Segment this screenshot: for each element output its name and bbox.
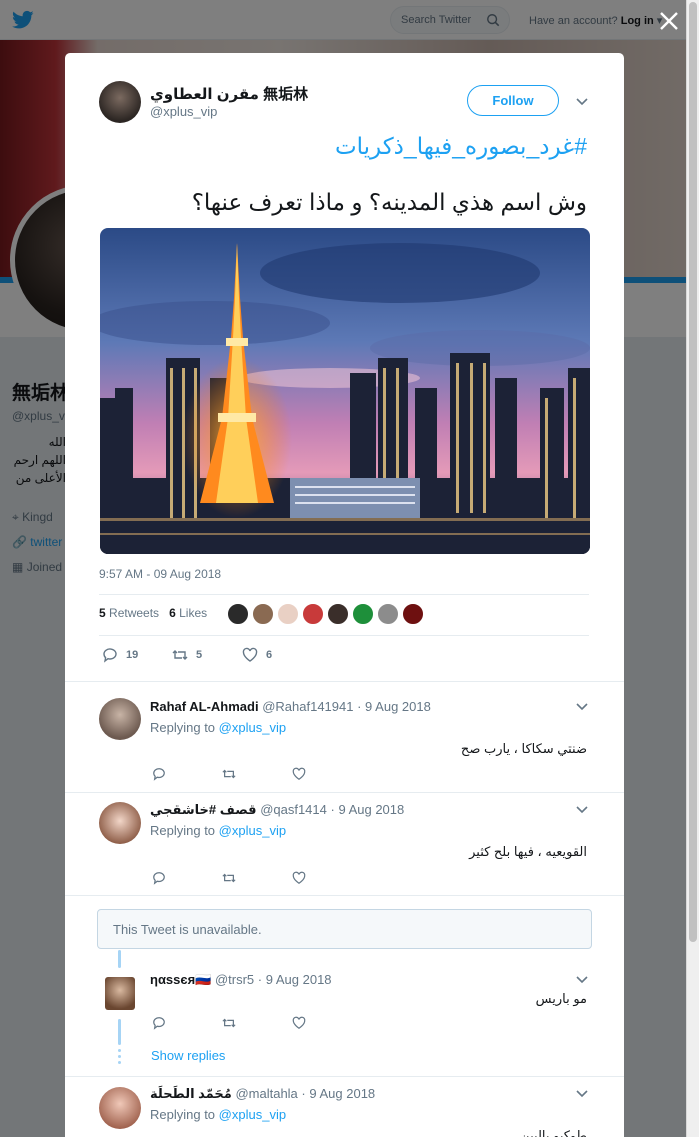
reply-avatar[interactable]	[99, 1087, 141, 1129]
reply-author-name[interactable]: مُحَمّد الطَحلَة	[150, 1086, 232, 1101]
liker-avatar[interactable]	[277, 603, 299, 625]
reply-text: القويعيه ، فيها بلح كثير	[469, 844, 587, 859]
likes-label[interactable]: Likes	[179, 606, 207, 620]
reply-date[interactable]: · 9 Aug 2018	[331, 802, 405, 817]
liker-avatar[interactable]	[302, 603, 324, 625]
retweet-count[interactable]: 5	[99, 606, 106, 620]
reply-avatar[interactable]	[99, 802, 141, 844]
liker-avatar[interactable]	[352, 603, 374, 625]
divider	[65, 895, 624, 896]
liker-avatar[interactable]	[377, 603, 399, 625]
divider	[65, 1076, 624, 1077]
reply-icon[interactable]	[152, 871, 166, 885]
reply-author-name[interactable]: قصف #خاشقجي	[150, 802, 257, 817]
retweet-icon[interactable]	[222, 871, 236, 885]
show-replies-link[interactable]: Show replies	[151, 1048, 225, 1063]
liker-avatar[interactable]	[327, 603, 349, 625]
reply-icon[interactable]	[152, 767, 166, 781]
reply-header: قصف #خاشقجي @qasf1414 · 9 Aug 2018	[150, 802, 404, 818]
replying-prefix: Replying to	[150, 720, 216, 735]
replying-prefix: Replying to	[150, 1107, 216, 1122]
replying-to: Replying to @xplus_vip	[150, 1107, 286, 1122]
reply-date[interactable]: · 9 Aug 2018	[301, 1086, 375, 1101]
reply-date[interactable]: · 9 Aug 2018	[258, 972, 332, 987]
liker-avatar[interactable]	[252, 603, 274, 625]
reply-author-handle[interactable]: @maltahla	[235, 1086, 297, 1101]
retweet-action-count: 5	[196, 649, 203, 661]
divider	[65, 792, 624, 793]
heart-icon[interactable]	[242, 647, 258, 663]
reply-author-handle[interactable]: @qasf1414	[260, 802, 327, 817]
liker-avatar[interactable]	[227, 603, 249, 625]
replying-to: Replying to @xplus_vip	[150, 823, 286, 838]
close-icon[interactable]	[658, 10, 680, 32]
chevron-down-icon[interactable]	[576, 806, 588, 814]
heart-icon[interactable]	[292, 871, 306, 885]
reply-text: ضنتي سكاكا ، يارب صح	[460, 741, 587, 756]
reply-icon[interactable]	[152, 1016, 166, 1030]
replying-to-link[interactable]: @xplus_vip	[219, 823, 286, 838]
reply-text: طوكيو باليبن	[520, 1128, 587, 1137]
tweet-timestamp[interactable]: 9:57 AM - 09 Aug 2018	[99, 567, 221, 581]
reply-author-name[interactable]: ηαssєя🇷🇺	[150, 972, 211, 987]
author-handle[interactable]: @xplus_vip	[150, 104, 217, 119]
divider	[99, 635, 589, 636]
like-action-count: 6	[266, 649, 273, 661]
thread-connector	[118, 950, 121, 968]
thread-connector	[118, 1019, 121, 1045]
liker-avatar[interactable]	[402, 603, 424, 625]
replying-to-link[interactable]: @xplus_vip	[219, 1107, 286, 1122]
reply-avatar[interactable]	[105, 977, 135, 1010]
reply-header: Rahaf AL-Ahmadi @Rahaf141941 · 9 Aug 201…	[150, 699, 431, 714]
replying-prefix: Replying to	[150, 823, 216, 838]
author-name[interactable]: مقرن العطاوي 無垢林	[150, 83, 308, 104]
reply-author-handle[interactable]: @Rahaf141941	[262, 699, 353, 714]
heart-icon[interactable]	[292, 1016, 306, 1030]
chevron-down-icon[interactable]	[576, 98, 588, 106]
reply-count: 19	[126, 649, 139, 661]
reply-header: مُحَمّد الطَحلَة @maltahla · 9 Aug 2018	[150, 1086, 375, 1102]
tweet-hashtag[interactable]: #غرد_بصوره_فيها_ذكريات	[335, 133, 587, 160]
reply-text: مو باريس	[535, 991, 587, 1006]
reply-author-name[interactable]: Rahaf AL-Ahmadi	[150, 699, 259, 714]
chevron-down-icon[interactable]	[576, 1090, 588, 1098]
reply-avatar[interactable]	[99, 698, 141, 740]
tweet-photo[interactable]	[100, 228, 590, 554]
reply-icon[interactable]	[102, 647, 118, 663]
tweet-text: وش اسم هذي المدينه؟ و ماذا تعرف عنها؟	[191, 189, 587, 215]
retweet-icon[interactable]	[222, 767, 236, 781]
retweet-icon[interactable]	[222, 1016, 236, 1030]
thread-dot	[118, 1049, 121, 1052]
replying-to-link[interactable]: @xplus_vip	[219, 720, 286, 735]
retweet-icon[interactable]	[172, 647, 188, 663]
page-scrollbar[interactable]	[686, 0, 699, 1137]
reply-date[interactable]: · 9 Aug 2018	[357, 699, 431, 714]
chevron-down-icon[interactable]	[576, 703, 588, 711]
tweet-modal: مقرن العطاوي 無垢林 @xplus_vip Follow #غرد_…	[65, 53, 624, 1137]
reply-author-handle[interactable]: @trsr5	[215, 972, 254, 987]
like-count[interactable]: 6	[169, 606, 176, 620]
divider	[99, 594, 589, 595]
reply-header: ηαssєя🇷🇺 @trsr5 · 9 Aug 2018	[150, 972, 332, 988]
thread-dot	[118, 1055, 121, 1058]
unavailable-tweet-notice: This Tweet is unavailable.	[97, 909, 592, 949]
engagement-stats: 5 Retweets 6 Likes	[99, 606, 207, 620]
author-avatar[interactable]	[99, 81, 141, 123]
heart-icon[interactable]	[292, 767, 306, 781]
chevron-down-icon[interactable]	[576, 976, 588, 984]
retweets-label[interactable]: Retweets	[109, 606, 159, 620]
scrollbar-thumb[interactable]	[689, 2, 697, 942]
replying-to: Replying to @xplus_vip	[150, 720, 286, 735]
follow-button[interactable]: Follow	[467, 85, 559, 116]
divider	[65, 681, 624, 682]
thread-dot	[118, 1061, 121, 1064]
